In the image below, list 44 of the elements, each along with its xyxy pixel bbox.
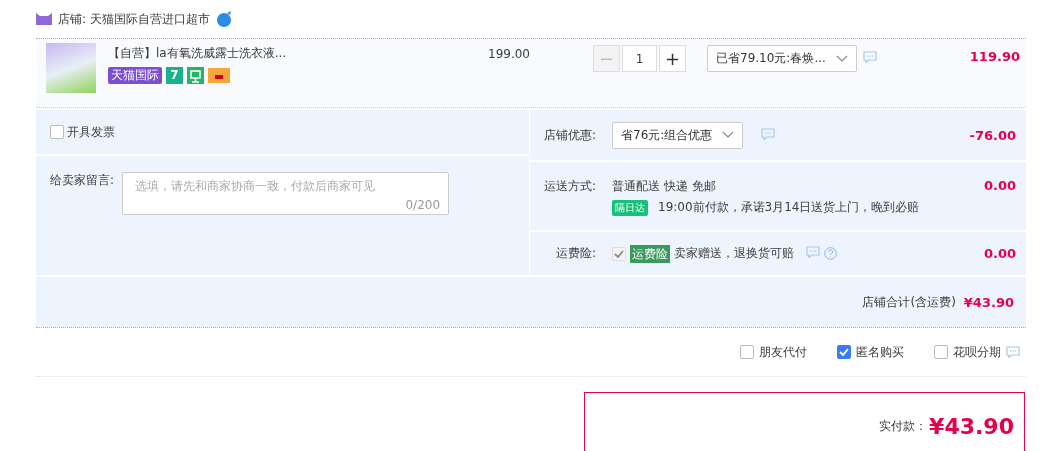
payment-amount: ¥43.90: [929, 414, 1014, 439]
shipping-method: 普通配送 快递 免邮: [612, 179, 716, 193]
insurance-label: 运费险:: [554, 245, 597, 262]
comment-icon: [1006, 346, 1020, 358]
return-badge: 7: [166, 67, 183, 84]
message-label: 给卖家留言:: [50, 172, 115, 189]
comment-icon: [863, 51, 877, 63]
increase-button[interactable]: +: [659, 45, 686, 72]
invoice-label: 开具发票: [67, 123, 115, 141]
option-label: 朋友代付: [759, 343, 807, 361]
unit-price: 199.00: [488, 46, 531, 61]
caret-icon: [722, 131, 734, 139]
discount-dropdown[interactable]: 省76元:组合优惠: [612, 121, 743, 149]
checkbox[interactable]: [50, 125, 64, 139]
next-day-badge: 隔日达: [612, 199, 648, 216]
product-image-placeholder[interactable]: [46, 43, 96, 93]
checkbox[interactable]: [934, 345, 948, 359]
option-label: 匿名购买: [856, 343, 904, 361]
insurance-tag: 运费险: [630, 244, 670, 263]
quantity-field[interactable]: 1: [622, 45, 657, 72]
comment-icon: [806, 246, 820, 258]
store-name: 店铺: 天猫国际自营进口超市: [58, 10, 210, 28]
insurance-note: 卖家赠送，退换货可赔: [674, 245, 794, 262]
promotion-dropdown[interactable]: 已省79.10元:春焕...: [707, 45, 857, 72]
store-total-amount: ¥43.90: [963, 294, 1014, 310]
option-label: 花呗分期: [953, 343, 1001, 361]
product-title[interactable]: 【自营】la有氧洗威露士洗衣液...: [108, 46, 287, 60]
payment-label: 实付款：: [879, 418, 928, 435]
discount-label: 店铺优惠:: [542, 126, 597, 144]
discount-amount: -76.00: [969, 127, 1016, 143]
store-tag: 天猫国际: [108, 67, 162, 84]
caret-icon: [836, 54, 848, 63]
checkbox[interactable]: [837, 345, 851, 359]
help-icon[interactable]: [824, 247, 837, 260]
store-total-label: 店铺合计(含运费): [862, 293, 956, 311]
shipping-amount: 0.00: [983, 178, 1016, 193]
item-subtotal: 119.90: [969, 48, 1021, 64]
delivery-note: 19:00前付款，承诺3月14日送货上门，晚到必赔: [658, 199, 920, 216]
card-badge-icon: [208, 68, 230, 83]
shop-icon: [36, 13, 52, 25]
comment-icon: [761, 127, 775, 140]
shipping-label: 运送方式:: [542, 178, 597, 195]
checkbox[interactable]: [740, 345, 754, 359]
insurance-amount: 0.00: [983, 246, 1016, 261]
